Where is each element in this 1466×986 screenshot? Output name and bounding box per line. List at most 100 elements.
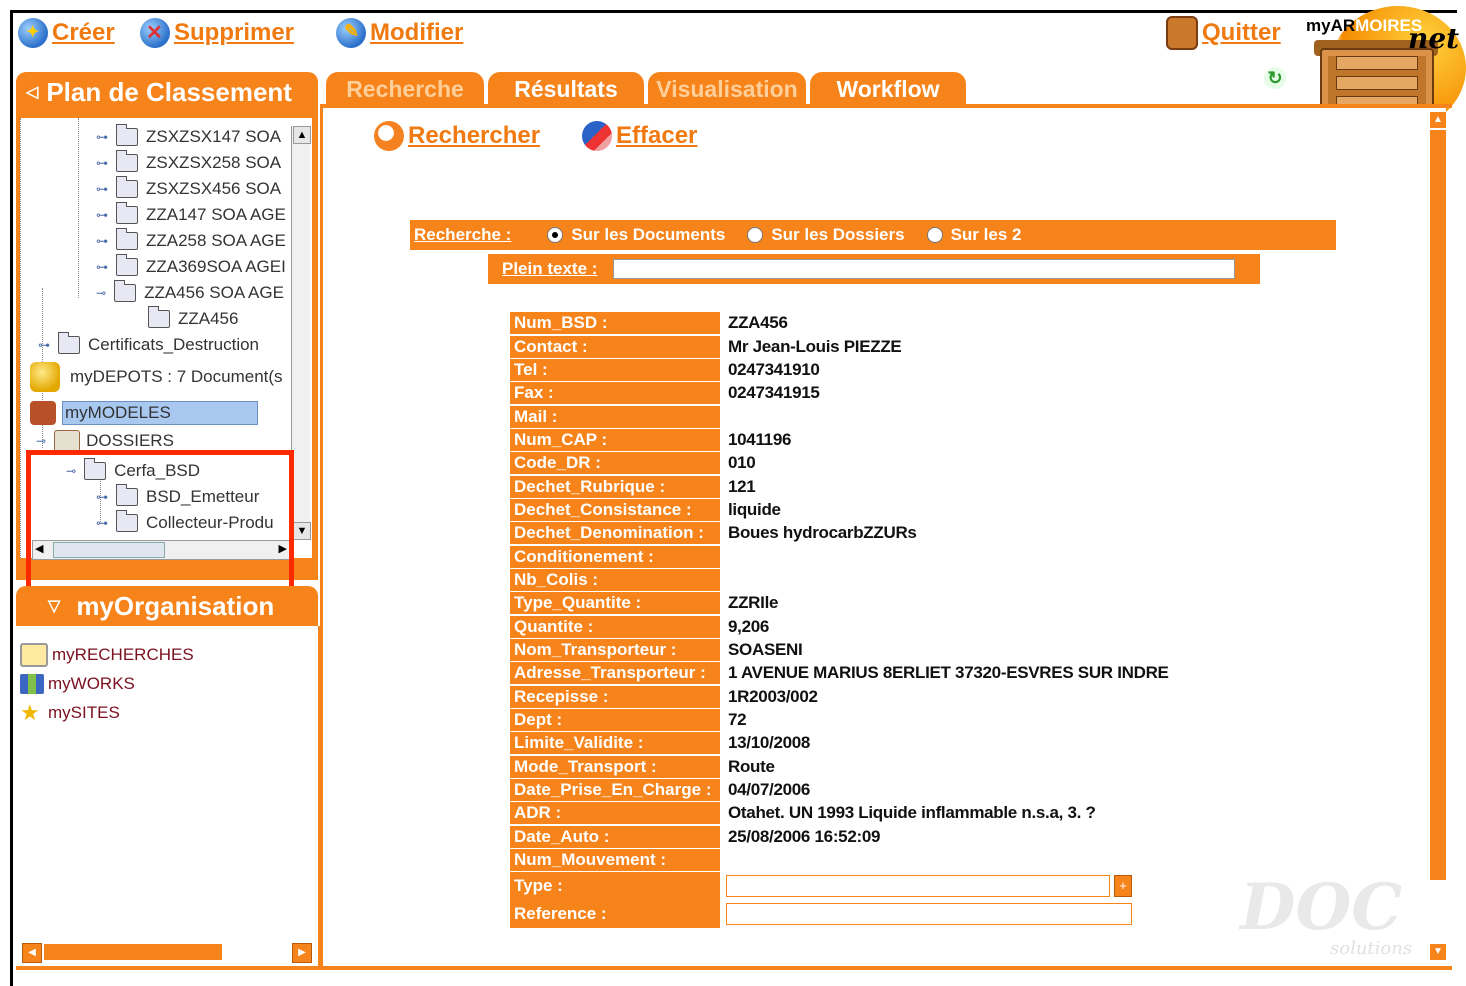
main-vertical-scrollbar[interactable]: ▲ ▼: [1430, 108, 1446, 966]
delete-button[interactable]: Supprimer: [140, 16, 294, 50]
logo-brand-prefix: myAR: [1306, 16, 1356, 35]
scroll-up-icon[interactable]: ▲: [293, 126, 311, 144]
fulltext-label[interactable]: Plein texte :: [502, 259, 597, 279]
search-scope-label[interactable]: Recherche :: [414, 225, 511, 245]
field-label: Dechet_Rubrique :: [510, 476, 720, 498]
field-label: Adresse_Transporteur :: [510, 662, 720, 684]
organisation-panel-header[interactable]: ▽ myOrganisation: [16, 586, 318, 626]
scroll-thumb[interactable]: [44, 944, 222, 960]
scroll-up-icon[interactable]: ▲: [1430, 112, 1446, 128]
expand-icon[interactable]: ⊶: [96, 260, 108, 274]
radio-both[interactable]: Sur les 2: [926, 225, 1021, 245]
field-row: Num_Mouvement :: [510, 849, 1210, 871]
organisation-panel-title: myOrganisation: [76, 590, 275, 621]
radio-dossiers[interactable]: Sur les Dossiers: [747, 225, 905, 245]
tree-item[interactable]: myDEPOTS : 7 Document(s: [30, 362, 283, 392]
tab-recherche[interactable]: Recherche: [326, 72, 484, 106]
field-row: Contact : Mr Jean-Louis PIEZZE: [510, 336, 1210, 358]
field-label: Tel :: [510, 359, 720, 381]
quit-label: Quitter: [1202, 19, 1281, 46]
tree-guide: [20, 118, 21, 558]
field-value: ZZRIle: [728, 593, 779, 612]
type-input[interactable]: [726, 875, 1110, 897]
radio-icon[interactable]: [747, 227, 764, 243]
tab-resultats[interactable]: Résultats: [488, 72, 644, 106]
expand-icon[interactable]: ⊶: [96, 130, 108, 144]
radio-icon[interactable]: [926, 227, 943, 243]
reference-input[interactable]: [726, 903, 1132, 925]
models-cabinet-icon: [30, 401, 56, 425]
magnifier-icon: [374, 121, 404, 151]
create-button[interactable]: Créer: [18, 16, 115, 50]
field-row: Num_CAP : 1041196: [510, 429, 1210, 451]
tree-item[interactable]: ⊶ Certificats_Destruction: [38, 332, 259, 358]
tree-item-selected[interactable]: myMODELES: [30, 400, 258, 426]
org-item-sites[interactable]: ★ mySITES: [20, 700, 120, 726]
search-button[interactable]: Rechercher: [374, 118, 540, 154]
expand-icon[interactable]: ⊶: [96, 182, 108, 196]
expand-icon[interactable]: ⊶: [38, 338, 50, 352]
field-label: Date_Auto :: [510, 826, 720, 848]
expand-icon[interactable]: ⊶: [96, 208, 108, 222]
field-row: Recepisse : 1R2003/002: [510, 686, 1210, 708]
radio-documents[interactable]: Sur les Documents: [547, 225, 725, 245]
field-row: Nb_Colis :: [510, 569, 1210, 591]
tree-item[interactable]: ⊶ ZZA258 SOA AGE: [96, 228, 286, 254]
scroll-down-icon[interactable]: ▼: [1430, 944, 1446, 960]
field-value: 04/07/2006: [728, 780, 811, 799]
radio-selected-icon[interactable]: [547, 227, 564, 243]
radio-label: Sur les Documents: [571, 225, 726, 244]
type-picker-button[interactable]: +: [1114, 875, 1132, 897]
tree-item[interactable]: ⊶ ZZA147 SOA AGE: [96, 202, 286, 228]
field-value: 0247341910: [728, 360, 820, 379]
star-icon: ★: [20, 700, 40, 725]
refresh-icon[interactable]: ↻: [1264, 67, 1286, 89]
field-label: Conditionement :: [510, 546, 720, 568]
tree-item[interactable]: ZZA456: [148, 306, 238, 332]
tree-item[interactable]: ⊶ ZSXZSX258 SOA: [96, 150, 281, 176]
field-label: Nom_Transporteur :: [510, 639, 720, 661]
folder-icon: [148, 306, 170, 328]
field-row: Dechet_Rubrique : 121: [510, 476, 1210, 498]
org-item-label: myWORKS: [48, 674, 135, 693]
tree-item[interactable]: ⊸ ZZA456 SOA AGE: [96, 280, 284, 306]
field-label: Num_Mouvement :: [510, 849, 720, 871]
collapse-icon[interactable]: ⊸: [36, 434, 46, 448]
field-label: Date_Prise_En_Charge :: [510, 779, 720, 801]
tree-item[interactable]: ⊶ ZZA369SOA AGEI: [96, 254, 286, 280]
eraser-icon: [582, 121, 612, 151]
field-label: Num_CAP :: [510, 429, 720, 451]
expand-icon[interactable]: ⊶: [96, 234, 108, 248]
tab-workflow[interactable]: Workflow: [810, 72, 966, 106]
quit-button[interactable]: Quitter: [1166, 16, 1281, 50]
tree-item[interactable]: ⊶ ZSXZSX147 SOA: [96, 124, 281, 150]
tree-item[interactable]: ⊶ ZSXZSX456 SOA: [96, 176, 281, 202]
scroll-thumb[interactable]: [1430, 130, 1446, 880]
field-label: Fax :: [510, 382, 720, 404]
edit-button[interactable]: Modifier: [336, 16, 463, 50]
classification-panel-header[interactable]: ◁ Plan de Classement: [16, 72, 318, 112]
field-label: ADR :: [510, 802, 720, 824]
collapse-down-icon: ▽: [48, 598, 61, 615]
organisation-horizontal-scrollbar[interactable]: ◀ ▶: [22, 942, 314, 963]
scroll-right-icon[interactable]: ▶: [292, 943, 312, 963]
create-icon: [18, 18, 48, 48]
clear-button[interactable]: Effacer: [582, 118, 697, 154]
scroll-down-icon[interactable]: ▼: [293, 522, 311, 540]
field-value: 1041196: [728, 430, 792, 449]
field-value: 72: [728, 710, 747, 729]
scroll-left-icon[interactable]: ◀: [22, 943, 42, 963]
expand-icon[interactable]: ⊶: [96, 156, 108, 170]
tree-item-label: Certificats_Destruction: [88, 335, 260, 354]
field-value: 9,206: [728, 617, 770, 636]
field-row: Date_Auto : 25/08/2006 16:52:09: [510, 826, 1210, 848]
org-item-works[interactable]: myWORKS: [20, 671, 135, 697]
tab-visualisation[interactable]: Visualisation: [648, 72, 806, 106]
create-label: Créer: [52, 19, 115, 46]
field-label: Mail :: [510, 406, 720, 428]
org-item-recherches[interactable]: myRECHERCHES: [20, 642, 194, 668]
field-value: Route: [728, 757, 775, 776]
delete-icon: [140, 18, 170, 48]
collapse-icon[interactable]: ⊸: [96, 286, 106, 300]
fulltext-input[interactable]: [613, 259, 1236, 279]
